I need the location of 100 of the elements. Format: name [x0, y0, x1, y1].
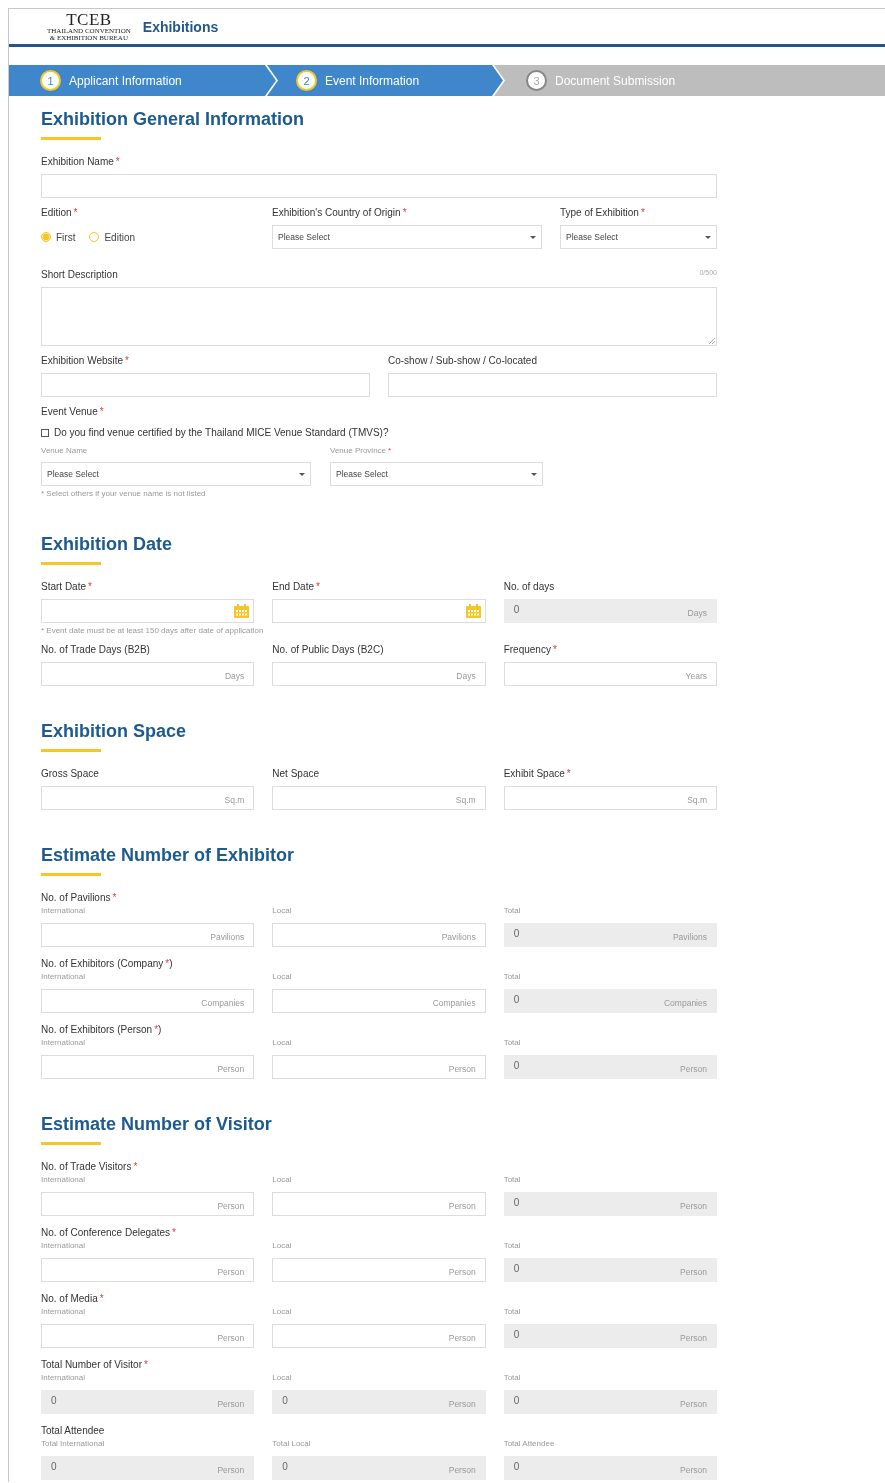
radio-button[interactable]: [41, 232, 51, 242]
readonly-number-field: 0 Person: [503, 1324, 717, 1348]
select-dropdown[interactable]: Please Select: [41, 462, 311, 486]
field-label: No. of Media *: [41, 1293, 105, 1305]
field-label: End Date *: [272, 581, 320, 593]
field-sublabel: Local: [272, 1241, 293, 1251]
field-label: Frequency *: [503, 644, 557, 656]
field-label: Gross Space: [41, 768, 99, 780]
title-underline: [41, 562, 101, 565]
readonly-number-field: 0 Person: [503, 1258, 717, 1282]
field-sublabel: Total: [503, 1241, 522, 1251]
select-dropdown[interactable]: Please Select: [272, 225, 542, 249]
number-input[interactable]: Years: [503, 662, 717, 686]
number-input[interactable]: Companies: [41, 989, 255, 1013]
field-sublabel: Total International: [41, 1439, 106, 1449]
field-label: Total Number of Visitor *: [41, 1359, 149, 1371]
field-label: No. of Pavilions *: [41, 892, 118, 904]
field-label: No. of Exhibitors (Company *): [41, 958, 174, 970]
select-dropdown[interactable]: Please Select: [330, 462, 543, 486]
number-input[interactable]: Person: [41, 1324, 255, 1348]
calendar-icon[interactable]: [234, 604, 250, 618]
number-input[interactable]: Person: [41, 1192, 255, 1216]
step-number: 1: [40, 70, 61, 91]
caret-icon: [299, 472, 305, 476]
field-label: Exhibition Name *: [41, 156, 120, 168]
number-input[interactable]: Person: [41, 1258, 255, 1282]
field-label: No. of days: [503, 581, 555, 593]
radio-button[interactable]: [89, 232, 100, 242]
number-input[interactable]: Pavilions: [272, 923, 486, 947]
field-label: Exhibition's Country of Origin *: [272, 207, 407, 219]
readonly-number-field: 0 Person: [503, 1390, 717, 1414]
number-input[interactable]: Sq.m: [41, 786, 255, 810]
resize-grip-icon[interactable]: [709, 338, 715, 344]
field-sublabel: International: [41, 972, 87, 982]
field-label: Start Date *: [41, 581, 92, 593]
number-input[interactable]: Sq.m: [272, 786, 486, 810]
number-input[interactable]: Person: [41, 1055, 255, 1079]
section-title: Exhibition Space: [41, 720, 188, 742]
checkbox-label[interactable]: Do you find venue certified by the Thailand MICE Venue Standard (TMVS)?: [54, 427, 389, 438]
hint-text: * Select others if your venue name is not listed: [41, 489, 207, 499]
section-title: Exhibition Date: [41, 533, 173, 555]
field-sublabel: International: [41, 906, 87, 916]
field-sublabel: Local: [272, 972, 293, 982]
field-sublabel: Total Attendee: [503, 1439, 556, 1449]
wizard-step[interactable]: 1 Applicant Information: [9, 65, 276, 96]
caret-icon: [531, 472, 537, 476]
number-input[interactable]: Person: [272, 1324, 486, 1348]
number-input[interactable]: Pavilions: [41, 923, 255, 947]
field-label: Net Space: [272, 768, 320, 780]
title-underline: [41, 137, 101, 140]
field-label: No. of Trade Days (B2B): [41, 644, 150, 656]
calendar-icon[interactable]: [465, 604, 481, 618]
date-input[interactable]: [41, 599, 255, 623]
field-label: Short Description: [41, 269, 118, 281]
field-sublabel: International: [41, 1241, 87, 1251]
readonly-number-field: 0 Person: [503, 1456, 717, 1480]
text-input[interactable]: [41, 373, 370, 397]
field-sublabel: Local: [272, 906, 293, 916]
select-dropdown[interactable]: Please Select: [560, 225, 717, 249]
title-underline: [41, 873, 101, 876]
number-input[interactable]: Person: [272, 1258, 486, 1282]
step-label: Applicant Information: [69, 73, 182, 88]
field-sublabel: Total: [503, 1373, 522, 1383]
field-sublabel: International: [41, 1175, 87, 1185]
field-sublabel: Total: [503, 1038, 522, 1048]
step-label: Event Information: [325, 73, 420, 88]
title-underline: [41, 1142, 101, 1145]
field-label: Edition *: [41, 207, 78, 219]
field-label: Exhibition Website *: [41, 355, 129, 367]
radio-label[interactable]: First: [56, 231, 76, 243]
wizard-step[interactable]: 3 Document Submission: [494, 65, 885, 96]
number-input[interactable]: Person: [272, 1055, 486, 1079]
number-input[interactable]: Companies: [272, 989, 486, 1013]
field-sublabel: International: [41, 1373, 87, 1383]
wizard-step[interactable]: 2 Event Information: [267, 65, 503, 96]
number-input[interactable]: Sq.m: [503, 786, 717, 810]
field-label: No. of Exhibitors (Person *): [41, 1024, 163, 1036]
number-input[interactable]: Days: [272, 662, 486, 686]
section-title: Exhibition General Information: [41, 108, 306, 130]
number-input[interactable]: Days: [41, 662, 255, 686]
readonly-number-field: 0 Person: [503, 1192, 717, 1216]
field-sublabel: Total: [503, 1175, 522, 1185]
caret-icon: [705, 235, 711, 239]
text-area[interactable]: [41, 287, 717, 346]
date-input[interactable]: [272, 599, 486, 623]
number-input[interactable]: Person: [272, 1192, 486, 1216]
field-label: Total Attendee: [41, 1425, 106, 1437]
text-input[interactable]: [388, 373, 717, 397]
field-sublabel: Local: [272, 1175, 293, 1185]
field-sublabel: Local: [272, 1307, 293, 1317]
field-sublabel: Venue Province *: [330, 446, 393, 456]
field-sublabel: International: [41, 1307, 87, 1317]
radio-label[interactable]: Edition: [104, 231, 136, 243]
readonly-number-field: 0 Pavilions: [503, 923, 717, 947]
checkbox[interactable]: [41, 428, 49, 437]
step-label: Document Submission: [555, 73, 676, 88]
hint-text: * Event date must be at least 150 days after date of application: [41, 626, 265, 636]
field-sublabel: Total Local: [272, 1439, 312, 1449]
field-sublabel: International: [41, 1038, 87, 1048]
text-input[interactable]: [41, 174, 717, 198]
